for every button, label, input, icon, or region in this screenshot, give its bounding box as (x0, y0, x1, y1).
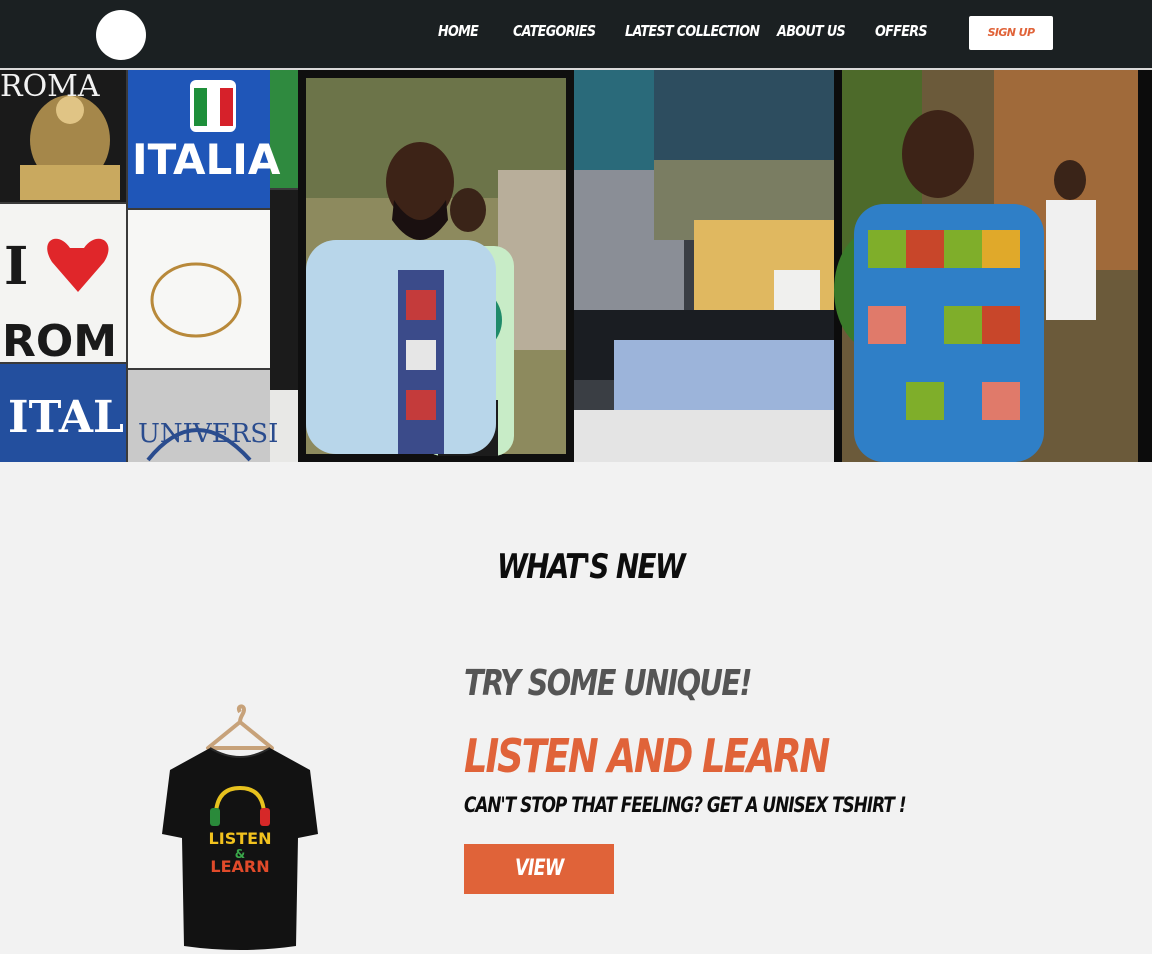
product-description: Can't stop that feeling? Get a unisex ts… (464, 793, 906, 817)
man-light-blue-shirt-photo (298, 70, 574, 462)
view-button-label: View (514, 856, 564, 881)
navbar: Home Categories Latest Collection About … (0, 0, 1152, 70)
nav-link-home[interactable]: Home (438, 22, 479, 40)
shirt-text-roma: ROMA (0, 70, 100, 104)
folded-clothes-photo (574, 70, 834, 462)
signup-button[interactable]: Sign Up (969, 16, 1053, 50)
view-button[interactable]: View (464, 844, 614, 894)
nav-link-categories[interactable]: Categories (513, 22, 596, 40)
hanger-icon (206, 704, 274, 750)
shirt-text-ital: ITAL (8, 392, 124, 443)
hero-collage: ROMA ITALIA I ROM ITAL UNIVERSI (0, 70, 1152, 462)
nav-link-latest-collection[interactable]: Latest Collection (625, 22, 760, 40)
shirt-text-i: I (4, 236, 28, 297)
shirt-text-universi: UNIVERSI (138, 419, 278, 449)
site-logo[interactable] (96, 10, 146, 60)
tshirt-product-image[interactable]: LISTEN & LEARN (150, 700, 330, 954)
product-title: Listen and Learn (464, 729, 830, 783)
souvenir-tshirts-photo: ROMA ITALIA I ROM ITAL UNIVERSI (0, 70, 298, 462)
whats-new-heading: What's New (497, 547, 686, 587)
nav-link-offers[interactable]: Offers (875, 22, 928, 40)
man-african-print-shirt-photo (834, 70, 1152, 462)
tshirt-print-listen: LISTEN (209, 829, 272, 848)
nav-link-about-us[interactable]: About Us (777, 22, 846, 40)
tagline-text: Try Some Unique! (464, 663, 753, 704)
shirt-text-italia: ITALIA (132, 135, 281, 184)
shirt-text-rom: ROM (2, 316, 117, 367)
tshirt-print-learn: LEARN (210, 857, 269, 876)
